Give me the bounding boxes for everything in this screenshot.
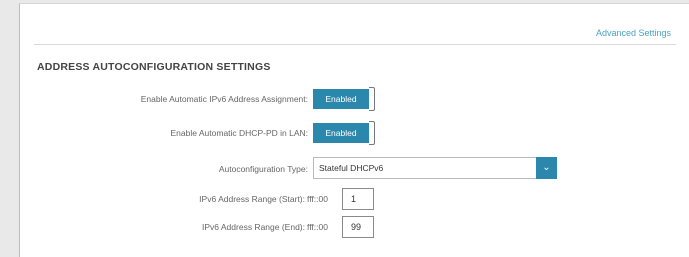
auto-dhcp-pd-toggle[interactable]: Enabled <box>313 121 383 145</box>
auto-ipv6-label: Enable Automatic IPv6 Address Assignment… <box>140 94 308 104</box>
toggle-knob <box>369 121 375 145</box>
section-title: ADDRESS AUTOCONFIGURATION SETTINGS <box>37 61 271 73</box>
autoconf-type-select[interactable]: Stateful DHCPv6 ⌄ <box>313 157 557 179</box>
range-start-label: IPv6 Address Range (Start): <box>199 194 305 204</box>
auto-dhcp-pd-label: Enable Automatic DHCP-PD in LAN: <box>170 128 308 138</box>
row-auto-ipv6: Enable Automatic IPv6 Address Assignment… <box>20 87 689 111</box>
advanced-settings-link[interactable]: Advanced Settings <box>596 28 671 38</box>
range-end-prefix: fff::00 <box>307 222 328 232</box>
range-start-input[interactable]: 1 <box>342 188 374 210</box>
range-end-label: IPv6 Address Range (End): <box>201 222 305 232</box>
auto-ipv6-state: Enabled <box>313 89 369 109</box>
range-start-prefix: fff::00 <box>307 194 328 204</box>
autoconf-type-value: Stateful DHCPv6 <box>319 163 384 173</box>
autoconf-type-label: Autoconfiguration Type: <box>218 164 308 174</box>
row-range-start: IPv6 Address Range (Start): fff::00 1 <box>20 187 689 211</box>
chevron-down-icon[interactable]: ⌄ <box>536 157 557 179</box>
settings-panel: Advanced Settings ADDRESS AUTOCONFIGURAT… <box>19 3 689 257</box>
range-end-input[interactable]: 99 <box>342 216 374 238</box>
auto-dhcp-pd-state: Enabled <box>313 123 369 143</box>
header-divider <box>34 44 676 45</box>
row-autoconf-type: Autoconfiguration Type: Stateful DHCPv6 … <box>20 157 689 181</box>
row-auto-dhcp-pd: Enable Automatic DHCP-PD in LAN: Enabled <box>20 121 689 145</box>
toggle-knob <box>369 87 375 111</box>
row-range-end: IPv6 Address Range (End): fff::00 99 <box>20 215 689 239</box>
auto-ipv6-toggle[interactable]: Enabled <box>313 87 383 111</box>
